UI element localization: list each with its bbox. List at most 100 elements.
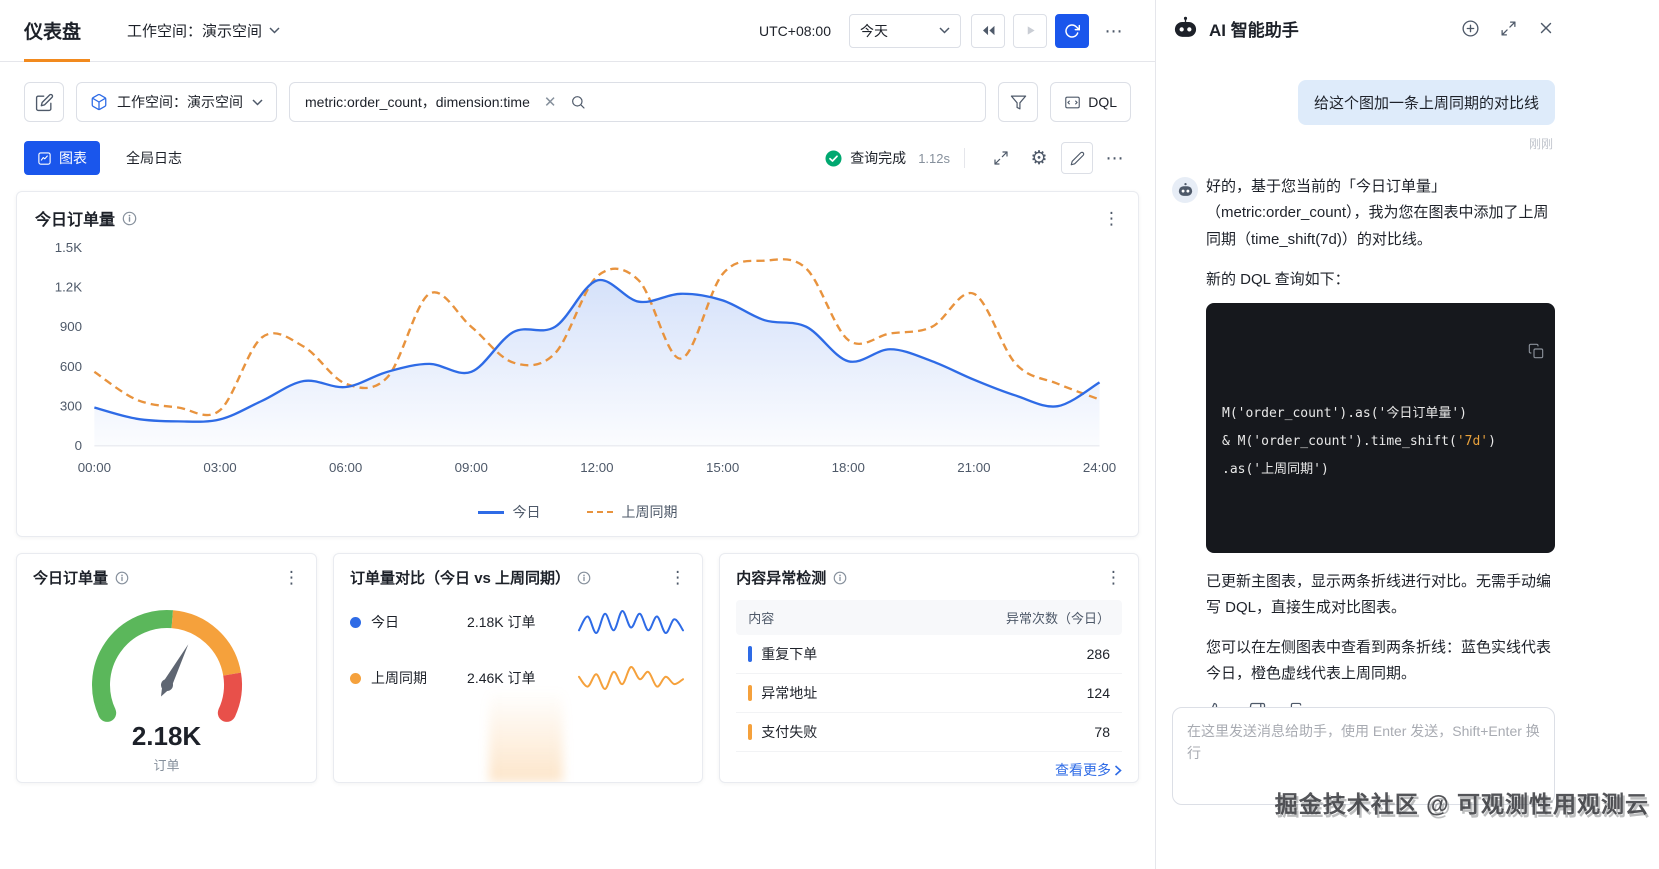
time-range-select[interactable]: 今天 xyxy=(849,14,961,48)
svg-text:1.2K: 1.2K xyxy=(55,280,83,295)
tab-chart[interactable]: 图表 xyxy=(24,141,100,175)
info-icon[interactable] xyxy=(833,571,847,585)
svg-text:600: 600 xyxy=(60,359,82,374)
assistant-paragraph: 您可以在左侧图表中查看到两条折线：蓝色实线代表今日，橙色虚线代表上周同期。 xyxy=(1206,635,1555,688)
row-value: 78 xyxy=(1094,724,1110,740)
refresh-button[interactable] xyxy=(1055,14,1089,48)
expand-panel-button[interactable] xyxy=(1500,20,1517,37)
panel-edit-icon xyxy=(35,93,54,112)
message-timestamp: 刚刚 xyxy=(1529,135,1553,152)
workspace-label: 工作空间：演示空间 xyxy=(127,20,262,41)
workspace-switcher[interactable]: 工作空间：演示空间 xyxy=(127,20,280,41)
plus-circle-icon xyxy=(1461,19,1480,38)
search-icon[interactable] xyxy=(570,94,586,110)
gauge-svg xyxy=(62,590,272,725)
legend-line-solid xyxy=(478,511,504,514)
row-color-bar xyxy=(748,685,752,701)
assistant-paragraph: 已更新主图表，显示两条折线进行对比。无需手动编写 DQL，直接生成对比图表。 xyxy=(1206,569,1555,622)
search-input[interactable]: metric:order_count，dimension:time ✕ xyxy=(289,82,986,122)
svg-text:15:00: 15:00 xyxy=(706,460,739,475)
expand-icon xyxy=(993,150,1009,166)
order-trend-svg: 03006009001.2K1.5K00:0003:0006:0009:0012… xyxy=(35,234,1120,494)
card-menu-button[interactable]: ⋮ xyxy=(669,569,686,586)
toolbar-more-button[interactable]: ⋯ xyxy=(1099,142,1131,174)
filter-button[interactable] xyxy=(998,82,1038,122)
copy-code-button[interactable] xyxy=(1418,314,1544,398)
series-name: 今日 xyxy=(371,612,457,632)
filter-bar: 工作空间：演示空间 metric:order_count，dimension:t… xyxy=(0,62,1155,132)
rewind-icon xyxy=(981,25,996,36)
dashboard-main: 仪表盘 工作空间：演示空间 UTC+08:00 今天 ⋯ xyxy=(0,0,1155,869)
svg-text:12:00: 12:00 xyxy=(580,460,613,475)
row-label: 支付失败 xyxy=(761,722,817,742)
legend-item-today[interactable]: 今日 xyxy=(478,502,541,522)
close-panel-button[interactable] xyxy=(1537,19,1555,37)
gauge-value: 2.18K xyxy=(132,721,201,752)
row-value: 286 xyxy=(1087,646,1110,662)
order-trend-card: 今日订单量 ⋮ 03006009001.2K1.5K00:0003:0006:0… xyxy=(16,191,1139,537)
assistant-paragraph: 好的，基于您当前的「今日订单量」（metric:order_count），我为您… xyxy=(1206,174,1555,253)
play-button[interactable] xyxy=(1013,14,1047,48)
funnel-icon xyxy=(1010,94,1027,111)
table-row[interactable]: 支付失败 78 xyxy=(736,713,1122,752)
new-chat-button[interactable] xyxy=(1461,19,1480,38)
query-status: 查询完成 1.12s xyxy=(825,148,950,168)
divider xyxy=(964,148,965,168)
legend-item-lastweek[interactable]: 上周同期 xyxy=(587,502,678,522)
fullscreen-button[interactable] xyxy=(985,142,1017,174)
row-color-bar xyxy=(748,724,752,740)
info-icon[interactable] xyxy=(577,571,591,585)
series-dot xyxy=(350,617,361,628)
chart-legend: 今日 上周同期 xyxy=(35,494,1120,528)
time-range-value: 今天 xyxy=(860,21,888,41)
svg-text:06:00: 06:00 xyxy=(329,460,362,475)
card-title: 订单量对比（今日 vs 上周同期） xyxy=(350,567,570,588)
workspace-select[interactable]: 工作空间：演示空间 xyxy=(76,82,277,122)
dql-button[interactable]: DQL xyxy=(1050,82,1131,122)
timezone-label: UTC+08:00 xyxy=(759,23,831,39)
svg-text:21:00: 21:00 xyxy=(957,460,990,475)
pencil-icon xyxy=(1070,151,1085,166)
table-row[interactable]: 重复下单 286 xyxy=(736,635,1122,674)
svg-text:03:00: 03:00 xyxy=(203,460,236,475)
search-query-text: metric:order_count，dimension:time xyxy=(305,92,530,112)
ai-message-input[interactable] xyxy=(1172,707,1555,805)
edit-button[interactable] xyxy=(1061,142,1093,174)
svg-text:900: 900 xyxy=(60,320,82,335)
expand-icon xyxy=(1500,20,1517,37)
series-dot xyxy=(350,673,361,684)
close-icon xyxy=(1537,19,1555,37)
copy-icon xyxy=(1528,343,1544,359)
topbar-more-button[interactable]: ⋯ xyxy=(1097,14,1131,48)
assistant-message-content: 好的，基于您当前的「今日订单量」（metric:order_count），我为您… xyxy=(1206,174,1555,707)
svg-text:1.5K: 1.5K xyxy=(55,240,83,255)
settings-button[interactable]: ⚙ xyxy=(1023,142,1055,174)
row-label: 重复下单 xyxy=(761,644,817,664)
tab-global-logs[interactable]: 全局日志 xyxy=(126,148,182,168)
row-label: 异常地址 xyxy=(761,683,817,703)
card-menu-button[interactable]: ⋮ xyxy=(1105,569,1122,586)
view-more-link[interactable]: 查看更多 xyxy=(1055,760,1122,780)
gear-icon: ⚙ xyxy=(1030,149,1047,168)
page-title: 仪表盘 xyxy=(24,17,81,44)
svg-text:00:00: 00:00 xyxy=(78,460,111,475)
rewind-button[interactable] xyxy=(971,14,1005,48)
robot-icon xyxy=(1172,15,1199,42)
table-row[interactable]: 异常地址 124 xyxy=(736,674,1122,713)
card-menu-button[interactable]: ⋮ xyxy=(1103,210,1120,227)
svg-text:24:00: 24:00 xyxy=(1083,460,1116,475)
order-gauge-card: 今日订单量 ⋮ 2.18K 订单 xyxy=(16,553,317,783)
series-name: 上周同期 xyxy=(371,668,457,688)
svg-text:0: 0 xyxy=(75,439,82,454)
info-icon[interactable] xyxy=(115,571,129,585)
card-menu-button[interactable]: ⋮ xyxy=(283,569,300,586)
clear-search-icon[interactable]: ✕ xyxy=(544,95,557,110)
app-root: 仪表盘 工作空间：演示空间 UTC+08:00 今天 ⋯ xyxy=(0,0,1659,869)
assistant-avatar xyxy=(1172,177,1198,203)
chevron-down-icon xyxy=(939,27,950,34)
ai-assistant-panel: AI 智能助手 给这个图加一条上周同期的对比线 刚刚 好的，基于您当前的「今日订… xyxy=(1155,0,1659,869)
ai-panel-header: AI 智能助手 xyxy=(1172,0,1555,56)
info-icon[interactable] xyxy=(122,211,137,226)
snapshot-button[interactable] xyxy=(24,82,64,122)
query-status-text: 查询完成 xyxy=(850,148,906,168)
